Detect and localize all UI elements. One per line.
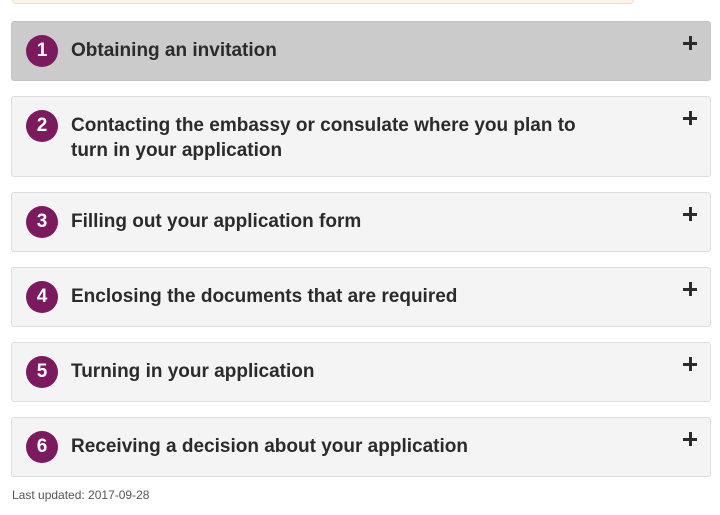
step-number-badge: 6 [26, 431, 58, 463]
plus-icon[interactable] [683, 111, 697, 125]
plus-icon[interactable] [683, 357, 697, 371]
plus-icon[interactable] [683, 36, 697, 50]
step-title: Turning in your application [71, 361, 315, 382]
step-number-badge: 2 [26, 110, 58, 142]
step-title: Filling out your application form [71, 211, 362, 232]
step-3-header[interactable]: 3 Filling out your application form [11, 192, 711, 252]
step-title: Enclosing the documents that are require… [71, 286, 458, 307]
step-title: Receiving a decision about your applicat… [71, 436, 468, 457]
step-number-badge: 1 [26, 35, 58, 67]
plus-icon[interactable] [683, 432, 697, 446]
steps-accordion: 1 Obtaining an invitation 2 Contacting t… [11, 21, 711, 492]
step-1-header[interactable]: 1 Obtaining an invitation [11, 21, 711, 81]
page: 1 Obtaining an invitation 2 Contacting t… [0, 0, 720, 515]
notice-banner-edge [12, 0, 634, 4]
plus-icon[interactable] [683, 207, 697, 221]
plus-icon[interactable] [683, 282, 697, 296]
step-number-badge: 4 [26, 281, 58, 313]
step-2-header[interactable]: 2 Contacting the embassy or consulate wh… [11, 96, 711, 177]
step-6-header[interactable]: 6 Receiving a decision about your applic… [11, 417, 711, 477]
step-number-badge: 3 [26, 206, 58, 238]
last-updated-text: Last updated: 2017-09-28 [12, 488, 150, 502]
step-number-badge: 5 [26, 356, 58, 388]
step-4-header[interactable]: 4 Enclosing the documents that are requi… [11, 267, 711, 327]
step-title: Contacting the embassy or consulate wher… [71, 115, 576, 161]
step-title: Obtaining an invitation [71, 40, 277, 61]
step-5-header[interactable]: 5 Turning in your application [11, 342, 711, 402]
